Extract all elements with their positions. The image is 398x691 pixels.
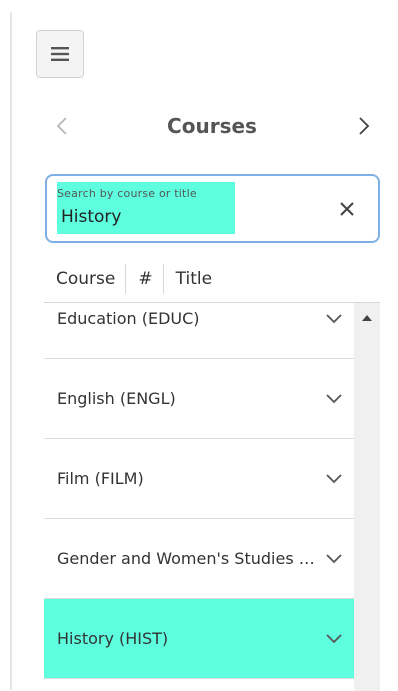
column-header-course[interactable]: Course — [44, 264, 125, 294]
close-icon — [340, 202, 354, 216]
subject-label: English (ENGL) — [57, 389, 176, 408]
course-navigation: Courses — [44, 104, 380, 148]
column-headers: Course # Title — [44, 258, 380, 300]
search-label: Search by course or title — [57, 187, 197, 200]
chevron-down-icon — [326, 634, 342, 644]
list-item[interactable]: Gender and Women's Studies (GWS) — [44, 519, 354, 599]
chevron-down-icon — [326, 314, 342, 324]
subject-list-items: Education (EDUC) English (ENGL) Film (FI… — [44, 303, 354, 679]
scroll-up-arrow-icon[interactable] — [361, 313, 373, 323]
page-title: Courses — [167, 114, 257, 138]
panel-edge-divider — [10, 12, 12, 690]
clear-search-button[interactable] — [336, 198, 358, 220]
list-item[interactable]: Film (FILM) — [44, 439, 354, 519]
subject-label: Film (FILM) — [57, 469, 144, 488]
search-input[interactable] — [55, 204, 231, 230]
menu-button[interactable] — [36, 30, 84, 78]
chevron-down-icon — [326, 474, 342, 484]
chevron-down-icon — [326, 394, 342, 404]
subject-label: Gender and Women's Studies (GWS) — [57, 549, 315, 568]
list-scrollbar[interactable] — [354, 303, 380, 691]
next-button[interactable] — [350, 112, 378, 140]
chevron-down-icon — [326, 554, 342, 564]
chevron-right-icon — [359, 117, 370, 135]
list-item[interactable]: English (ENGL) — [44, 359, 354, 439]
column-header-number[interactable]: # — [125, 264, 162, 294]
column-header-title[interactable]: Title — [162, 264, 222, 294]
subject-label: History (HIST) — [57, 629, 169, 648]
hamburger-icon — [51, 47, 69, 61]
subject-list: Education (EDUC) English (ENGL) Film (FI… — [44, 302, 380, 691]
subject-label: Education (EDUC) — [57, 309, 200, 328]
list-item-selected[interactable]: History (HIST) — [44, 599, 354, 679]
list-item[interactable]: Education (EDUC) — [44, 303, 354, 359]
search-field[interactable]: Search by course or title — [45, 174, 380, 243]
